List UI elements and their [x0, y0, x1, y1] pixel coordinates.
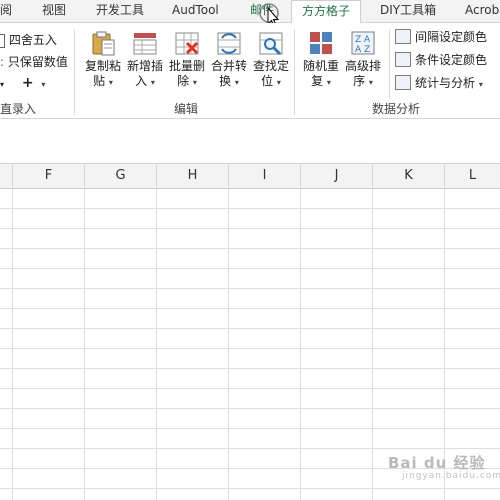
chevron-down-icon: ▾	[276, 78, 281, 87]
random-repeat-label: 随机重	[302, 59, 339, 73]
group-label-edit: 编辑	[174, 102, 199, 116]
group-label-data-analysis: 数据分析	[372, 102, 421, 116]
stats-analysis-button[interactable]: 统计与分析 ▾	[395, 74, 483, 92]
grid-column-line	[228, 189, 229, 500]
column-header-l[interactable]: L	[445, 164, 500, 188]
group-separator	[74, 29, 75, 115]
tab-review[interactable]: 阅	[0, 0, 12, 22]
svg-text:Z: Z	[355, 35, 361, 45]
table-color-icon	[395, 29, 411, 44]
random-blocks-icon	[307, 29, 335, 57]
grid-column-line	[84, 189, 85, 500]
column-header-partial[interactable]	[0, 164, 13, 188]
batch-delete-label-2: 除	[177, 74, 190, 88]
svg-text:A: A	[355, 45, 362, 55]
magnifier-icon	[257, 29, 285, 57]
insert-label-2: 入	[135, 74, 148, 88]
interval-color-button[interactable]: 间隔设定颜色	[395, 28, 487, 46]
find-locate-label: 查找定	[252, 59, 289, 73]
insert-rows-icon	[131, 29, 159, 57]
tab-audtool[interactable]: AudTool	[172, 0, 219, 22]
ribbon-tab-bar: 阅 视图 开发工具 AudTool 邮件 方方格子 DIY工具箱 Acrob	[0, 0, 500, 24]
clipboard-icon	[89, 29, 117, 57]
merge-convert-icon	[215, 29, 243, 57]
round-label: 四舍五入	[8, 33, 57, 47]
chevron-down-icon: ▾	[326, 78, 331, 87]
column-header-row: F G H I J K L	[0, 164, 500, 189]
chevron-down-icon: ▾	[234, 78, 239, 87]
find-locate-button[interactable]: 查找定 位 ▾	[250, 29, 292, 90]
keep-values-label: 只保留数值	[7, 55, 68, 69]
merge-convert-label-2: 换	[219, 74, 232, 88]
tab-view[interactable]: 视图	[42, 0, 66, 22]
column-header-i[interactable]: I	[229, 164, 301, 188]
advanced-sort-button[interactable]: ZAAZ 高级排 序 ▾	[342, 29, 384, 90]
round-icon	[0, 33, 5, 48]
dropdown-icon[interactable]: ▾	[0, 80, 4, 89]
chevron-down-icon: ▾	[150, 78, 155, 87]
insert-label: 新增插	[126, 59, 163, 73]
insert-button[interactable]: 新增插 入 ▾	[124, 29, 166, 90]
batch-delete-icon	[173, 29, 201, 57]
random-repeat-button[interactable]: 随机重 复 ▾	[300, 29, 342, 90]
chevron-down-icon: ▾	[478, 80, 483, 89]
merge-convert-label: 合并转	[210, 59, 247, 73]
copy-paste-label: 复制粘	[84, 59, 121, 73]
find-locate-label-2: 位	[261, 74, 274, 88]
chevron-down-icon: ▾	[368, 78, 373, 87]
group-separator	[389, 29, 390, 99]
tab-fangfanggezi[interactable]: 方方格子	[291, 0, 362, 24]
random-repeat-label-2: 复	[311, 74, 324, 88]
ribbon-panel: 四舍五入 : 只保留数值 ▾ + ▾ 直录入 复制粘 贴 ▾ 新增插 入 ▾ 批…	[0, 23, 500, 119]
quick-entry-controls: ▾ + ▾	[0, 75, 45, 91]
conditional-color-button[interactable]: 条件设定颜色	[395, 51, 487, 69]
column-header-k[interactable]: K	[373, 164, 445, 188]
copy-paste-button[interactable]: 复制粘 贴 ▾	[82, 29, 124, 90]
group-separator	[294, 29, 295, 115]
column-header-f[interactable]: F	[13, 164, 85, 188]
interval-color-label: 间隔设定颜色	[415, 30, 488, 44]
grid-column-line	[372, 189, 373, 500]
group-label-entry: 直录入	[0, 102, 37, 116]
batch-delete-button[interactable]: 批量删 除 ▾	[166, 29, 208, 90]
keep-values-button[interactable]: : 只保留数值	[0, 53, 68, 70]
plus-dropdown-icon[interactable]: ▾	[41, 80, 45, 89]
chevron-down-icon: ▾	[192, 78, 197, 87]
plus-button[interactable]: +	[22, 75, 34, 91]
column-header-j[interactable]: J	[301, 164, 373, 188]
grid-column-line	[300, 189, 301, 500]
conditional-color-label: 条件设定颜色	[415, 53, 488, 67]
tab-diy-toolbox[interactable]: DIY工具箱	[380, 0, 436, 22]
column-header-h[interactable]: H	[157, 164, 229, 188]
copy-paste-label-2: 贴	[93, 74, 106, 88]
advanced-sort-label: 高级排	[344, 59, 381, 73]
stats-icon	[395, 75, 411, 90]
grid-column-line	[12, 189, 13, 500]
formula-bar-area	[0, 119, 500, 164]
watermark-text: Bai du 经验	[388, 454, 486, 472]
round-button[interactable]: 四舍五入	[0, 31, 57, 48]
tab-acrobat[interactable]: Acrob	[465, 0, 499, 22]
batch-delete-label: 批量删	[168, 59, 205, 73]
sort-az-icon: ZAAZ	[349, 29, 377, 57]
baidu-jingyan-watermark: Bai du 经验 jingyan.baidu.com	[388, 452, 500, 481]
keep-values-icon: :	[0, 55, 5, 69]
tab-developer[interactable]: 开发工具	[96, 0, 144, 22]
svg-text:Z: Z	[364, 45, 370, 55]
column-header-g[interactable]: G	[85, 164, 157, 188]
grid-column-line	[156, 189, 157, 500]
watermark-url: jingyan.baidu.com	[402, 471, 500, 481]
advanced-sort-label-2: 序	[353, 74, 366, 88]
merge-convert-button[interactable]: 合并转 换 ▾	[208, 29, 250, 90]
svg-text:A: A	[364, 35, 371, 45]
stats-analysis-label: 统计与分析	[415, 76, 476, 90]
chevron-down-icon: ▾	[108, 78, 113, 87]
table-color-icon	[395, 52, 411, 67]
